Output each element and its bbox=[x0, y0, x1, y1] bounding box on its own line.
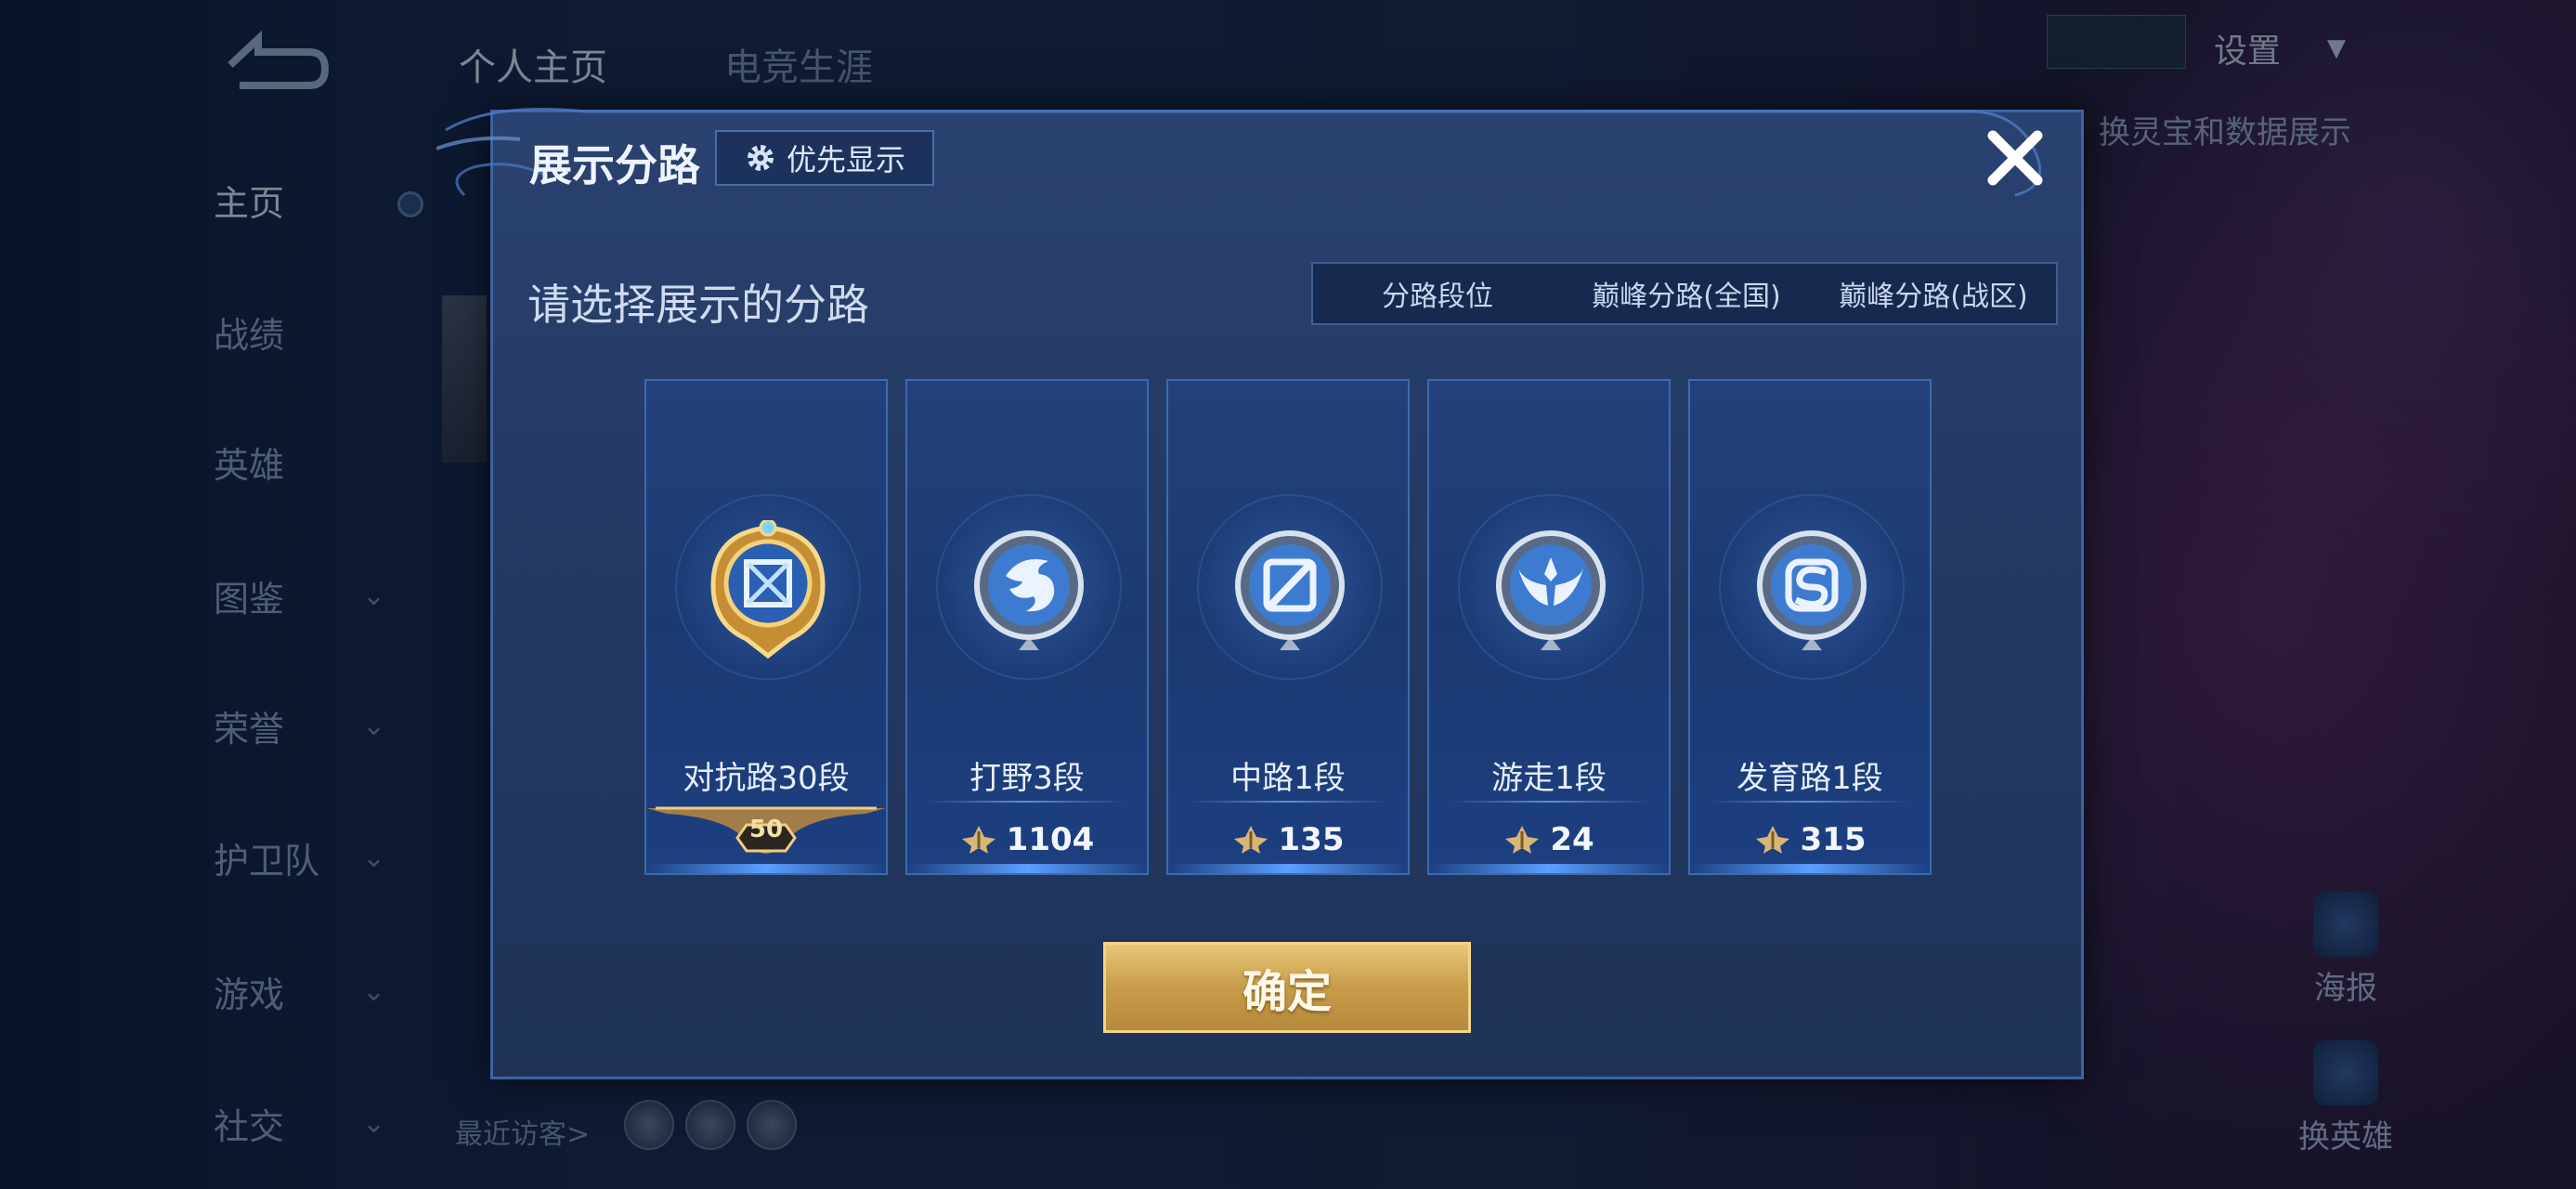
card-divider bbox=[1709, 801, 1911, 803]
priority-display-button[interactable]: 优先显示 bbox=[715, 130, 934, 186]
lane-card-clash[interactable]: 对抗路30段 50 bbox=[644, 379, 888, 875]
card-divider bbox=[1448, 801, 1650, 803]
tab-peak-lane-region[interactable]: 巅峰分路(战区) bbox=[1811, 264, 2056, 323]
card-bottom-glow bbox=[907, 864, 1147, 873]
gear-icon bbox=[747, 145, 774, 171]
lane-type-tabs: 分路段位 巅峰分路(全国) 巅峰分路(战区) bbox=[1311, 262, 2058, 325]
card-divider bbox=[926, 801, 1128, 803]
lane-score-value: 1104 bbox=[1006, 821, 1095, 858]
lane-card-mid[interactable]: 中路1段 135 bbox=[1166, 379, 1410, 875]
card-bottom-glow bbox=[1690, 864, 1930, 873]
lane-card-name: 中路1段 bbox=[1230, 760, 1346, 797]
rank-star-icon bbox=[1233, 826, 1268, 854]
lane-score-value: 135 bbox=[1278, 821, 1345, 858]
lane-card-name: 对抗路30段 bbox=[683, 760, 850, 797]
card-bottom-glow bbox=[646, 864, 886, 873]
tab-lane-rank[interactable]: 分路段位 bbox=[1313, 264, 1562, 323]
card-divider bbox=[1187, 801, 1389, 803]
lane-score: 315 bbox=[1690, 821, 1930, 858]
tab-peak-lane-national[interactable]: 巅峰分路(全国) bbox=[1562, 264, 1811, 323]
lane-score-value: 24 bbox=[1550, 821, 1594, 858]
jungle-dragon-emblem-icon bbox=[974, 530, 1084, 650]
lane-score: 1104 bbox=[907, 821, 1147, 858]
lane-card-roam[interactable]: 游走1段 24 bbox=[1427, 379, 1671, 875]
card-bottom-glow bbox=[1168, 864, 1408, 873]
close-icon[interactable] bbox=[1978, 121, 2052, 195]
dialog-subtitle: 请选择展示的分路 bbox=[527, 280, 869, 330]
lane-card-jungle[interactable]: 打野3段 1104 bbox=[905, 379, 1149, 875]
lane-card-farm[interactable]: 发育路1段 315 bbox=[1688, 379, 1932, 875]
priority-display-label: 优先显示 bbox=[786, 142, 905, 177]
lane-card-name: 打野3段 bbox=[969, 760, 1085, 797]
lane-card-name: 发育路1段 bbox=[1737, 760, 1883, 797]
rank-star-icon bbox=[1755, 826, 1789, 854]
lane-score-value: 315 bbox=[1800, 821, 1867, 858]
rank-star-icon bbox=[1505, 826, 1540, 854]
lane-card-name: 游走1段 bbox=[1491, 760, 1607, 797]
dialog-title: 展示分路 bbox=[529, 140, 700, 190]
clash-lane-gold-emblem-icon bbox=[710, 520, 826, 660]
lane-score: 135 bbox=[1168, 821, 1408, 858]
mid-lane-emblem-icon bbox=[1235, 530, 1345, 650]
confirm-button[interactable]: 确定 bbox=[1103, 942, 1471, 1033]
level-badge-value: 50 bbox=[748, 816, 784, 843]
lane-score: 24 bbox=[1429, 821, 1669, 858]
roam-wings-emblem-icon bbox=[1496, 530, 1606, 650]
card-bottom-glow bbox=[1429, 864, 1669, 873]
farm-lane-emblem-icon bbox=[1757, 530, 1867, 650]
rank-star-icon bbox=[961, 826, 995, 854]
